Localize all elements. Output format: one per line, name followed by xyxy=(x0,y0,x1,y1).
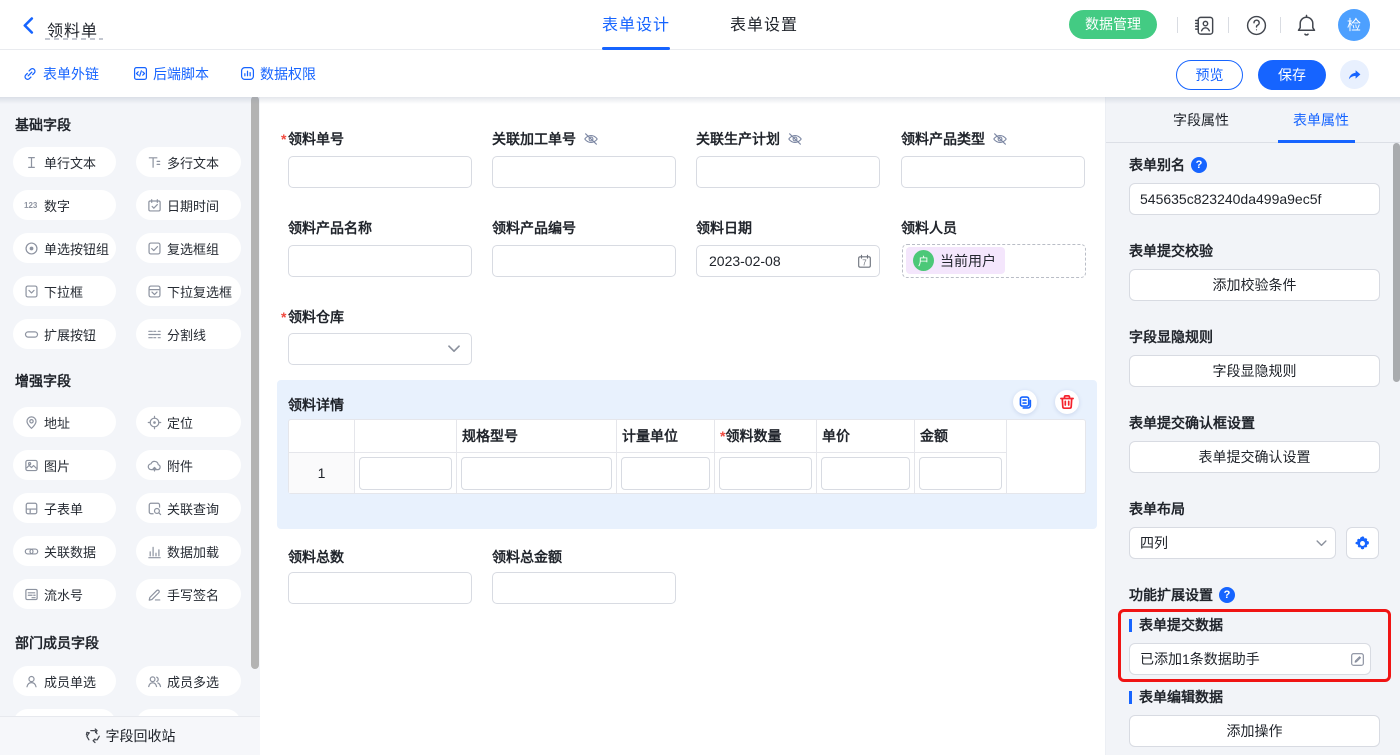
svg-text:7: 7 xyxy=(862,258,867,267)
